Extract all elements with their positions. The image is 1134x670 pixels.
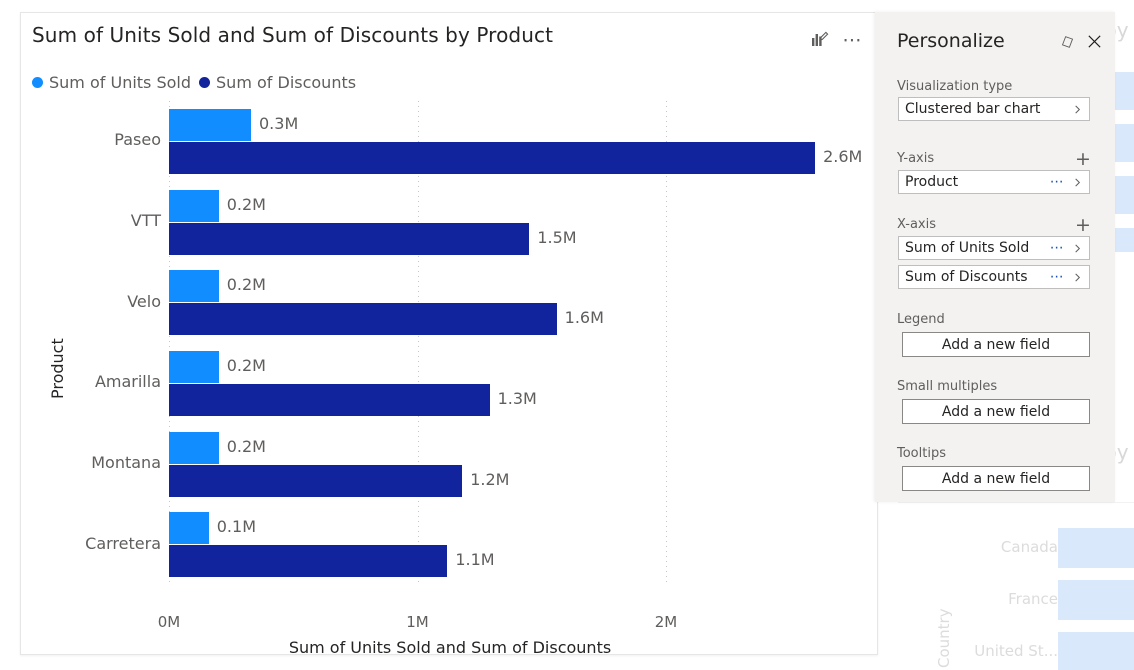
- background-category-label: Canada: [1000, 538, 1058, 556]
- chevron-right-icon: [1070, 272, 1089, 283]
- x-axis-field-label: Sum of Units Sold: [905, 240, 1030, 256]
- bar-data-label: 0.3M: [259, 113, 299, 133]
- bar-data-label: 1.5M: [537, 227, 577, 247]
- add-y-axis-field-button[interactable]: +: [1075, 150, 1091, 169]
- bar-data-label: 1.6M: [564, 308, 604, 328]
- section-label-visualization-type: Visualization type: [897, 79, 1013, 94]
- y-axis-category-label: Paseo: [114, 130, 161, 150]
- bar-sum-of-units-sold[interactable]: [169, 431, 219, 464]
- section-label-x-axis: X-axis: [897, 217, 936, 232]
- tooltips-add-field-button[interactable]: Add a new field: [902, 466, 1090, 491]
- background-category-label: France: [1008, 590, 1058, 608]
- personalize-pane-header: Personalize: [897, 30, 1103, 52]
- section-label-small-multiples: Small multiples: [897, 379, 998, 394]
- x-axis-field-discounts[interactable]: Sum of Discounts ⋯: [898, 265, 1090, 289]
- bar-data-label: 1.3M: [497, 388, 537, 408]
- section-label-legend: Legend: [897, 312, 945, 327]
- background-bar: [1058, 528, 1134, 568]
- field-options-ellipsis-icon[interactable]: ⋯: [1045, 175, 1070, 189]
- y-axis-category-label: VTT: [130, 211, 161, 230]
- bar-data-label: 1.1M: [455, 550, 495, 570]
- bar-sum-of-discounts[interactable]: [169, 303, 557, 336]
- small-multiples-add-field-button[interactable]: Add a new field: [902, 399, 1090, 424]
- bar-sum-of-units-sold[interactable]: [169, 108, 251, 141]
- visualization-type-value: Clustered bar chart: [905, 101, 1041, 117]
- x-axis-tick-label: 0M: [157, 613, 181, 631]
- x-axis-field-label: Sum of Discounts: [905, 269, 1028, 285]
- bar-data-label: 0.2M: [226, 275, 266, 295]
- bar-sum-of-discounts[interactable]: [169, 383, 490, 416]
- x-axis-tick-label: 1M: [406, 613, 429, 631]
- bar-data-label: 1.2M: [470, 469, 510, 489]
- chart-visual-card[interactable]: Sum of Units Sold and Sum of Discounts b…: [20, 12, 879, 657]
- y-axis-field-label: Product: [905, 174, 959, 190]
- y-axis-title: Product: [48, 338, 67, 399]
- legend-add-field-button[interactable]: Add a new field: [902, 332, 1090, 357]
- field-options-ellipsis-icon[interactable]: ⋯: [1045, 241, 1070, 255]
- bar-sum-of-units-sold[interactable]: [169, 350, 219, 383]
- bar-data-label: 0.2M: [226, 355, 266, 375]
- x-axis-field-units-sold[interactable]: Sum of Units Sold ⋯: [898, 236, 1090, 260]
- background-category-label: United St...: [974, 642, 1058, 660]
- y-axis-category-label: Montana: [91, 453, 161, 472]
- close-x-icon[interactable]: [1086, 33, 1103, 50]
- add-x-axis-field-button[interactable]: +: [1075, 216, 1091, 235]
- plot-area[interactable]: 0M 1M 2M Paseo 0.3M 2.6M VTT 0.2M 1.5M Velo 0.2M 1.…: [21, 13, 879, 656]
- bar-sum-of-discounts[interactable]: [169, 222, 530, 255]
- bar-data-label: 0.1M: [216, 517, 256, 537]
- y-axis-category-label: Velo: [127, 291, 161, 311]
- bar-sum-of-units-sold[interactable]: [169, 512, 209, 545]
- y-axis-field-product[interactable]: Product ⋯: [898, 170, 1090, 194]
- bar-sum-of-units-sold[interactable]: [169, 189, 219, 222]
- eraser-reset-icon[interactable]: [1059, 33, 1076, 50]
- x-axis-title: Sum of Units Sold and Sum of Discounts: [288, 638, 612, 657]
- personalize-pane[interactable]: Personalize Visualization type Clustered…: [875, 12, 1115, 502]
- bar-sum-of-discounts[interactable]: [169, 141, 816, 174]
- y-axis-category-label: Carretera: [85, 533, 161, 553]
- bar-sum-of-discounts[interactable]: [169, 545, 448, 578]
- bar-data-label: 0.2M: [226, 436, 266, 456]
- bar-data-label: 0.2M: [226, 194, 266, 214]
- background-bar: [1058, 580, 1134, 620]
- section-label-tooltips: Tooltips: [897, 446, 946, 461]
- chevron-right-icon: [1070, 243, 1089, 254]
- chevron-right-icon: [1070, 104, 1089, 115]
- y-axis-category-label: Amarilla: [94, 372, 161, 392]
- background-bar: [1058, 632, 1134, 670]
- bar-data-label: 2.6M: [823, 146, 863, 166]
- background-divider: [898, 502, 1134, 503]
- bar-sum-of-discounts[interactable]: [169, 464, 463, 497]
- personalize-pane-title: Personalize: [897, 30, 1005, 52]
- bar-sum-of-units-sold[interactable]: [169, 270, 219, 303]
- field-options-ellipsis-icon[interactable]: ⋯: [1045, 270, 1070, 284]
- section-label-y-axis: Y-axis: [897, 151, 935, 166]
- visualization-type-field[interactable]: Clustered bar chart: [898, 97, 1090, 121]
- x-axis-tick-label: 2M: [654, 613, 678, 631]
- chevron-right-icon: [1070, 177, 1089, 188]
